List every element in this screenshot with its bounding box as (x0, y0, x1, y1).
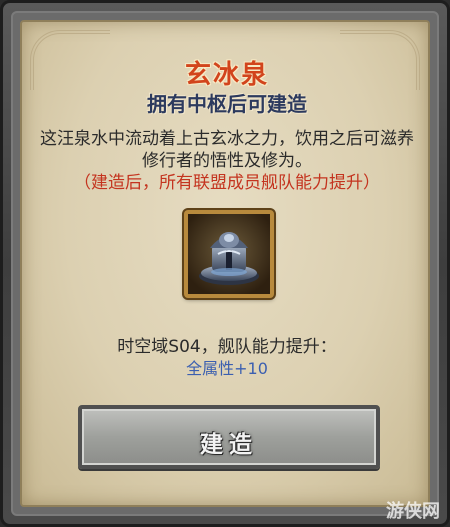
ice-fountain-icon (188, 214, 270, 294)
effect-label: 时空域S04，舰队能力提升： (117, 337, 337, 357)
watermark-logo: 游侠网 (386, 501, 440, 522)
building-title: 玄冰泉 (184, 60, 269, 90)
parchment-panel: 玄冰泉 拥有中枢后可建造 这汪泉水中流动着上古玄冰之力，饮用之后可滋养修行者的悟… (20, 20, 430, 507)
build-button[interactable]: 建造 (78, 405, 380, 469)
attribute-bonus: 全属性+10 (186, 359, 268, 378)
build-requirement: 拥有中枢后可建造 (147, 92, 307, 116)
build-button-label: 建造 (200, 432, 258, 458)
building-description: 这汪泉水中流动着上古玄冰之力，饮用之后可滋养修行者的悟性及修为。 (40, 129, 414, 171)
build-effect-note: （建造后，所有联盟成员舰队能力提升） (74, 173, 380, 193)
building-icon-frame (184, 210, 274, 298)
